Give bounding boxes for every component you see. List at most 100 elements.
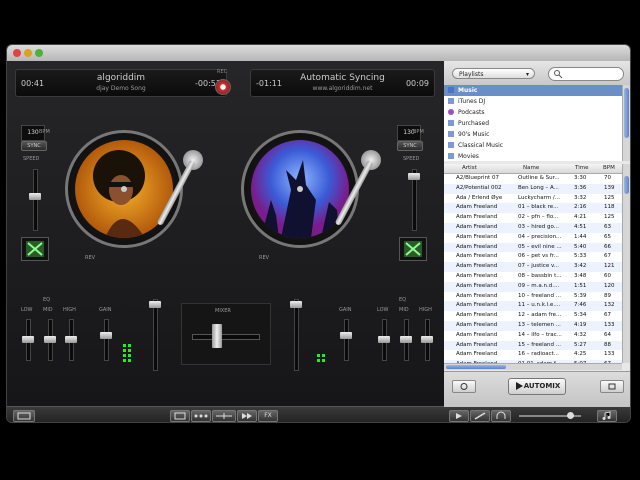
deck-a-turntable[interactable]	[65, 130, 183, 248]
close-window-button[interactable]	[13, 49, 21, 57]
track-artist-cell: Adam Freeland	[456, 312, 498, 319]
column-header-bpm[interactable]: BPM	[603, 165, 615, 171]
eject-button[interactable]	[600, 380, 624, 393]
column-header-artist[interactable]: Artist	[462, 165, 477, 171]
deck-a-eq-mid-knob[interactable]	[44, 336, 56, 343]
playback-button[interactable]	[449, 410, 469, 422]
source-item-classical-music[interactable]: Classical Music	[444, 140, 622, 151]
table-row[interactable]: Adam Freeland 15 – freeland ... 5:27 88	[444, 340, 622, 351]
track-name-cell: 04 – precision...	[518, 233, 562, 240]
search-input[interactable]	[548, 67, 624, 81]
source-item-90s-music[interactable]: 90's Music	[444, 129, 622, 140]
column-header-name[interactable]: Name	[523, 165, 539, 171]
track-bpm-cell: 133	[604, 321, 615, 328]
deck-a-gain-knob[interactable]	[100, 332, 112, 339]
monitor-button[interactable]	[491, 410, 511, 422]
track-time-cell: 1:44	[574, 233, 587, 240]
source-list-scrollbar[interactable]	[622, 85, 630, 161]
deck-a-eq-high-knob[interactable]	[65, 336, 77, 343]
deck-a-speed-fader[interactable]	[33, 169, 38, 231]
deck-b-turntable[interactable]	[241, 130, 359, 248]
minimize-window-button[interactable]	[24, 49, 32, 57]
table-row[interactable]: Adam Freeland 10 – freeland ... 5:39 89	[444, 292, 622, 302]
deck-b-eq-high-knob[interactable]	[421, 336, 433, 343]
table-row[interactable]: Adam Freeland 02 – pfn – flo... 4:21 125	[444, 213, 622, 223]
dj-decks-panel: 00:41 algoriddim djay Demo Song -00:51 R…	[7, 61, 444, 406]
deck-a-eq-low-knob[interactable]	[22, 336, 34, 343]
table-row[interactable]: Adam Freeland 05 – evil nine ... 5:40 66	[444, 242, 622, 253]
table-row[interactable]: Adam Freeland 06 – pet vs fr... 5:33 67	[444, 252, 622, 262]
record-button[interactable]	[215, 79, 231, 95]
crossfader-track[interactable]	[192, 334, 260, 340]
table-row[interactable]: Adam Freeland 16 – radioact... 4:25 133	[444, 350, 622, 360]
table-row[interactable]: Adam Freeland 04 – precision... 1:44 65	[444, 233, 622, 243]
deck-a-volume-knob[interactable]	[149, 301, 161, 308]
deck-a-fx-pad[interactable]	[21, 237, 49, 261]
deck-b-gain-knob[interactable]	[340, 332, 352, 339]
track-bpm-cell: 132	[604, 302, 615, 309]
source-item-itunes-dj[interactable]: iTunes DJ	[444, 96, 622, 107]
source-item-podcasts[interactable]: Podcasts	[444, 107, 622, 118]
column-header-time[interactable]: Time	[575, 165, 588, 171]
track-name-cell: 15 – freeland ...	[518, 341, 561, 348]
itunes-library-button[interactable]	[597, 410, 617, 422]
table-row[interactable]: Adam Freeland 01 – black re... 2:16 118	[444, 203, 622, 214]
track-table-hscrollbar[interactable]	[444, 363, 622, 370]
table-row[interactable]: A2/Blueprint 07 Outline & Sur... 3:30 70	[444, 174, 622, 184]
track-time-cell: 3:36	[574, 184, 587, 191]
skip-button[interactable]	[237, 410, 257, 422]
track-name-cell: 14 – ilfo – trac...	[518, 331, 562, 338]
track-bpm-cell: 70	[604, 175, 611, 181]
deck-a-sync-button[interactable]: SYNC	[21, 141, 47, 151]
deck-b-eq-low-knob[interactable]	[378, 336, 390, 343]
deck-a-speed-knob[interactable]	[29, 193, 41, 200]
loop-button[interactable]	[170, 410, 190, 422]
fx-button[interactable]: FX	[258, 410, 278, 422]
track-table-scrollbar[interactable]	[622, 164, 630, 363]
deck-b-eq-mid-knob[interactable]	[400, 336, 412, 343]
deck-b-fx-pad[interactable]	[399, 237, 427, 261]
track-artist-cell: Adam Freeland	[456, 321, 498, 328]
source-list-scroll-thumb[interactable]	[624, 88, 629, 138]
pitch-bend-button[interactable]	[212, 410, 236, 422]
table-row[interactable]: Adam Freeland 08 – bassbin t... 3:48 60	[444, 272, 622, 282]
deck-a-volume-fader[interactable]	[153, 299, 158, 371]
track-artist-cell: Adam Freeland	[456, 223, 498, 230]
deck-b-gain-fader[interactable]	[344, 319, 349, 361]
deck-b-eq-low-label: LOW	[377, 307, 389, 313]
track-artist-cell: Adam Freeland	[456, 292, 498, 299]
table-row[interactable]: A2/Potential 002 Ben Long – A... 3:36 139	[444, 183, 622, 194]
djay-window: 00:41 algoriddim djay Demo Song -00:51 R…	[7, 45, 630, 422]
crossfader-knob[interactable]	[212, 324, 222, 348]
zoom-window-button[interactable]	[35, 49, 43, 57]
headphones-button[interactable]	[470, 410, 490, 422]
deck-b-speed-knob[interactable]	[408, 173, 420, 180]
table-row[interactable]: Adam Freeland 03 – hired go... 4:51 63	[444, 222, 622, 233]
track-table-hscroll-thumb[interactable]	[446, 365, 506, 369]
automix-button[interactable]: AUTOMIX	[508, 378, 566, 395]
deck-b-volume-knob[interactable]	[290, 301, 302, 308]
table-row[interactable]: Adam Freeland 13 – telemen ... 4:19 133	[444, 320, 622, 331]
track-table-scroll-thumb[interactable]	[624, 176, 629, 194]
track-name-cell: 05 – evil nine ...	[518, 243, 562, 250]
source-item-purchased[interactable]: Purchased	[444, 118, 622, 129]
table-row[interactable]: Adam Freeland 09 – m.a.n.d.... 1:51 120	[444, 281, 622, 292]
track-artist-cell: A2/Blueprint 07	[456, 175, 499, 181]
fullscreen-icon	[17, 412, 31, 420]
table-row[interactable]: Adam Freeland 11 – u.n.k.l.e.... 7:46 132	[444, 301, 622, 312]
master-volume-knob[interactable]	[567, 412, 574, 419]
table-row[interactable]: Adam Freeland 12 – adam fre... 5:34 67	[444, 311, 622, 321]
record-settings-button[interactable]	[452, 380, 476, 393]
source-item-movies[interactable]: Movies	[444, 151, 622, 161]
source-item-music[interactable]: Music	[444, 85, 622, 96]
table-row[interactable]: Adam Freeland 14 – ilfo – trac... 4:32 64	[444, 331, 622, 341]
source-select[interactable]: Playlists ▾	[452, 68, 535, 79]
table-row[interactable]: Ada / Erlend Øye Luckycharm /... 3:32 125	[444, 194, 622, 204]
deck-b-volume-fader[interactable]	[294, 299, 299, 371]
table-row[interactable]: Adam Freeland 07 – justice v... 3:42 121	[444, 262, 622, 272]
track-time-cell: 3:48	[574, 272, 587, 279]
fullscreen-button[interactable]	[13, 410, 35, 422]
cue-points-button[interactable]	[191, 410, 211, 422]
deck-b-sync-button[interactable]: SYNC	[397, 141, 423, 151]
deck-a-gain-fader[interactable]	[104, 319, 109, 361]
